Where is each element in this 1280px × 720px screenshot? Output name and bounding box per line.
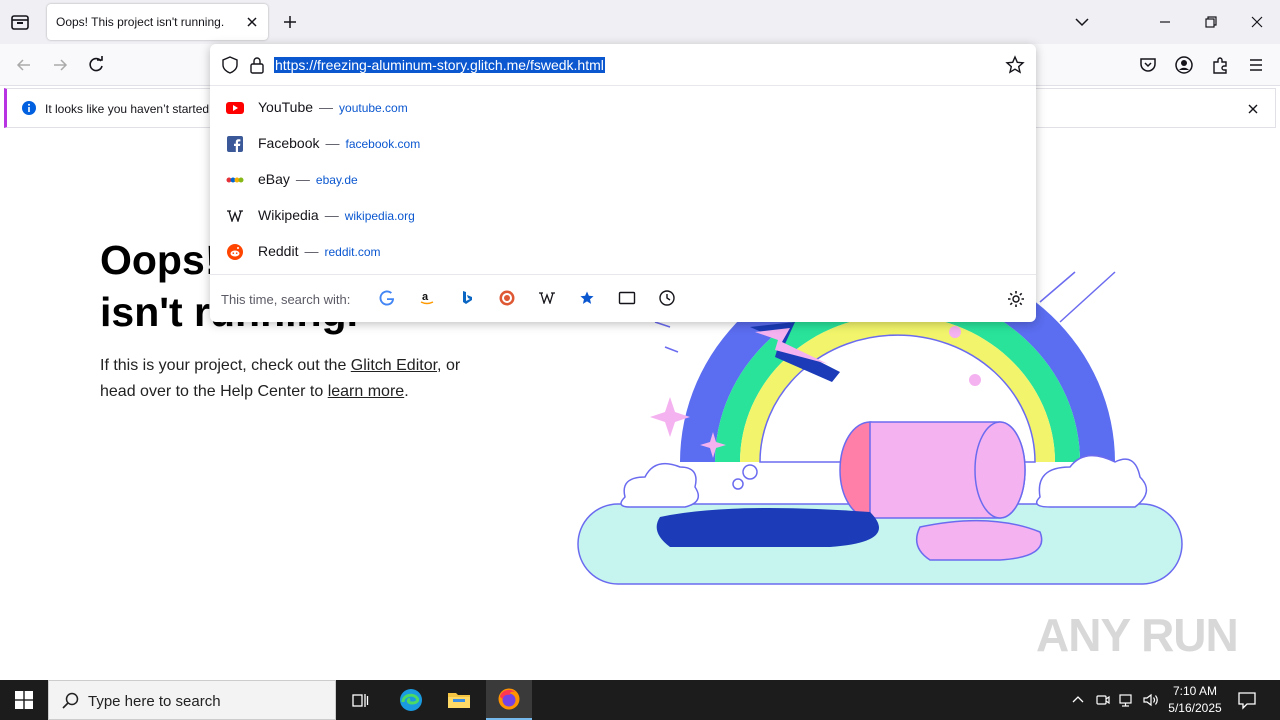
- suggestion-title: Wikipedia: [258, 207, 319, 223]
- reload-icon[interactable]: [85, 54, 107, 76]
- google-icon[interactable]: [377, 288, 397, 308]
- body-suffix: .: [404, 383, 409, 400]
- suggestion-url: ebay.de: [315, 173, 358, 187]
- back-arrow-icon[interactable]: [13, 54, 35, 76]
- notification-center-icon[interactable]: [1236, 689, 1258, 711]
- ebay-icon: [226, 172, 244, 188]
- windows-start-button[interactable]: [0, 680, 48, 720]
- taskbar-search-placeholder: Type here to search: [88, 693, 221, 710]
- minimize-button[interactable]: [1155, 12, 1175, 32]
- chevron-up-icon[interactable]: [1068, 690, 1088, 710]
- pocket-icon[interactable]: [1137, 54, 1159, 76]
- suggestion-url: youtube.com: [339, 101, 408, 115]
- suggestion-separator: —: [324, 207, 339, 223]
- system-clock[interactable]: 7:10 AM 5/16/2025: [1160, 683, 1230, 717]
- suggestion-facebook[interactable]: Facebook — facebook.com: [210, 126, 1036, 162]
- body-prefix: If this is your project, check out the: [100, 357, 351, 374]
- search-engine-row: This time, search with: a: [210, 274, 1036, 322]
- suggestion-url: reddit.com: [324, 245, 381, 259]
- bing-icon[interactable]: [457, 288, 477, 308]
- suggestion-separator: —: [295, 171, 310, 187]
- volume-icon[interactable]: [1141, 690, 1161, 710]
- history-icon[interactable]: [657, 288, 677, 308]
- tab-title: Oops! This project isn't running.: [56, 15, 225, 29]
- network-icon[interactable]: [1117, 690, 1137, 710]
- page-description: If this is your project, check out the G…: [100, 353, 480, 405]
- suggestion-reddit[interactable]: Reddit — reddit.com: [210, 234, 1036, 270]
- tab-active[interactable]: Oops! This project isn't running.: [47, 4, 268, 40]
- menu-icon[interactable]: [1245, 54, 1267, 76]
- close-icon[interactable]: [244, 14, 260, 30]
- gear-icon[interactable]: [1006, 289, 1026, 309]
- restore-button[interactable]: [1201, 12, 1221, 32]
- firefox-view-icon[interactable]: [8, 10, 32, 34]
- bookmarks-icon[interactable]: [577, 288, 597, 308]
- shield-icon[interactable]: [220, 55, 240, 75]
- wikipedia-icon: [226, 208, 244, 224]
- info-icon: [21, 100, 37, 116]
- lock-icon[interactable]: [247, 55, 267, 75]
- reddit-icon: [226, 244, 244, 260]
- url-bar[interactable]: https://freezing-aluminum-story.glitch.m…: [210, 44, 1036, 86]
- amazon-icon[interactable]: a: [417, 288, 437, 308]
- extensions-icon[interactable]: [1209, 54, 1231, 76]
- wikipedia-icon[interactable]: [537, 288, 557, 308]
- suggestion-ebay[interactable]: eBay — ebay.de: [210, 162, 1036, 198]
- suggestion-youtube[interactable]: YouTube — youtube.com: [210, 90, 1036, 126]
- youtube-icon: [226, 100, 244, 116]
- account-icon[interactable]: [1173, 54, 1195, 76]
- suggestion-separator: —: [325, 135, 340, 151]
- file-explorer-icon[interactable]: [436, 680, 482, 720]
- new-tab-button[interactable]: [280, 12, 300, 32]
- svg-text:a: a: [422, 291, 429, 303]
- watermark: ANY RUN: [1036, 609, 1239, 661]
- search-with-label: This time, search with:: [221, 292, 351, 307]
- forward-arrow-icon[interactable]: [49, 54, 71, 76]
- suggestion-url: wikipedia.org: [344, 209, 415, 223]
- chevron-down-icon[interactable]: [1072, 12, 1092, 32]
- glitch-editor-link[interactable]: Glitch Editor: [351, 357, 437, 374]
- suggestion-title: Reddit: [258, 243, 299, 259]
- firefox-icon[interactable]: [486, 680, 532, 720]
- window-close-button[interactable]: [1247, 12, 1267, 32]
- suggestion-title: eBay: [258, 171, 290, 187]
- learn-more-link[interactable]: learn more: [328, 383, 404, 400]
- suggestion-separator: —: [304, 243, 319, 259]
- facebook-icon: [226, 136, 244, 152]
- edge-icon[interactable]: [388, 680, 434, 720]
- suggestion-separator: —: [319, 99, 334, 115]
- url-input[interactable]: https://freezing-aluminum-story.glitch.m…: [274, 57, 605, 73]
- suggestion-url: facebook.com: [345, 137, 421, 151]
- close-icon[interactable]: [1245, 101, 1261, 117]
- bookmark-star-icon[interactable]: [1004, 54, 1026, 76]
- suggestion-title: YouTube: [258, 99, 314, 115]
- search-icon: [61, 691, 81, 711]
- tabs-icon[interactable]: [617, 288, 637, 308]
- notification-text: It looks like you haven’t started: [45, 102, 210, 116]
- clock-time: 7:10 AM: [1172, 684, 1218, 698]
- task-view-icon[interactable]: [337, 680, 383, 720]
- meet-now-icon[interactable]: [1093, 690, 1113, 710]
- suggestion-title: Facebook: [258, 135, 320, 151]
- taskbar-search-box[interactable]: Type here to search: [48, 680, 336, 720]
- duckduckgo-icon[interactable]: [497, 288, 517, 308]
- tab-strip: Oops! This project isn't running.: [0, 0, 1280, 44]
- taskbar: Type here to search 7:10 AM 5/16/2025: [0, 680, 1280, 720]
- suggestion-wikipedia[interactable]: Wikipedia — wikipedia.org: [210, 198, 1036, 234]
- clock-date: 5/16/2025: [1168, 701, 1222, 715]
- url-dropdown: https://freezing-aluminum-story.glitch.m…: [210, 44, 1036, 322]
